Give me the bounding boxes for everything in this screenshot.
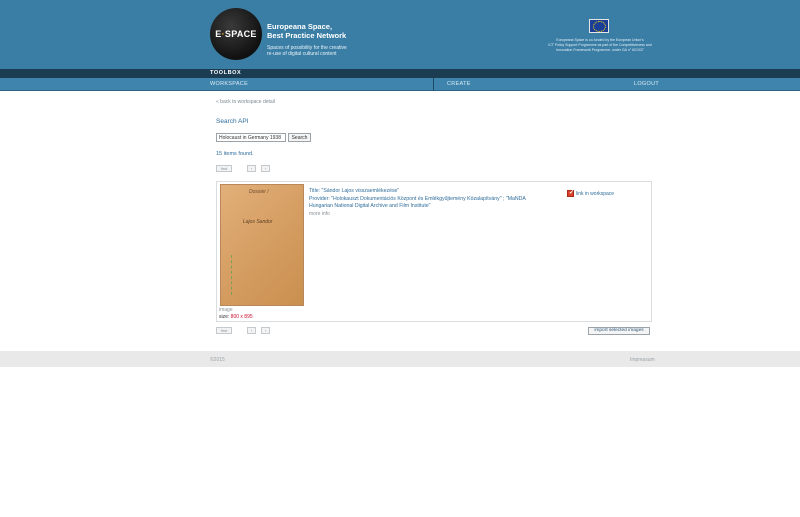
pager-first-button[interactable]: first <box>216 327 232 334</box>
check-icon: ✓ <box>569 190 575 196</box>
site-footer: ©2015 Impressum <box>0 351 800 367</box>
page-title: Search API <box>216 118 249 125</box>
result-more-info-link[interactable]: more info <box>309 211 330 217</box>
pager-prev-button[interactable]: ‹ <box>247 165 256 172</box>
brand-subtitle: Spaces of possibility for the creative r… <box>267 45 347 57</box>
import-selected-images-button[interactable]: import selected images <box>588 327 650 335</box>
thumbnail-handwriting: Dossier / <box>249 189 269 195</box>
result-thumbnail[interactable]: Dossier / Lajos Sandor <box>220 184 304 306</box>
toolbox-strip <box>0 69 800 78</box>
main-nav: WORKSPACE CREATE LOGOUT <box>0 78 800 91</box>
pager-first-button[interactable]: first <box>216 165 232 172</box>
site-header: E·SPACE Europeana Space, Best Practice N… <box>0 0 800 69</box>
result-title[interactable]: Title: "Sándor Lajos visszaemlékezése" <box>309 188 549 194</box>
footer-imprint-link[interactable]: Impressum <box>630 357 655 363</box>
espace-logo[interactable]: E·SPACE <box>210 8 262 60</box>
thumbnail-handwriting-2: Lajos Sandor <box>243 219 273 225</box>
brand-title: Europeana Space, Best Practice Network <box>267 22 347 40</box>
toolbox-label: TOOLBOX <box>210 70 242 76</box>
nav-create[interactable]: CREATE <box>447 81 471 87</box>
items-found-count: 15 items found. <box>216 151 254 157</box>
eu-flag-icon <box>589 19 609 33</box>
result-size-value: 800 x 895 <box>230 314 253 320</box>
nav-logout[interactable]: LOGOUT <box>634 81 659 87</box>
result-size: size: 800 x 895 <box>219 314 253 320</box>
result-type: image <box>219 307 233 313</box>
search-result-item: Dossier / Lajos Sandor image size: 800 x… <box>216 181 652 322</box>
nav-divider <box>433 78 434 91</box>
search-input[interactable] <box>216 133 286 142</box>
link-in-workspace-label: link in workspace <box>576 191 615 197</box>
pager-next-button[interactable]: › <box>261 165 270 172</box>
logo-text: E·SPACE <box>215 29 257 39</box>
search-button[interactable]: Search <box>288 133 311 142</box>
footer-copyright: ©2015 <box>210 357 225 363</box>
link-in-workspace-checkbox[interactable]: ✓ <box>567 190 574 197</box>
eu-funding-text: Europeana Space is co-funded by the Euro… <box>548 38 652 52</box>
result-provider: Provider: "Holokauszt Dokumentációs Közp… <box>309 196 526 209</box>
pager-next-button[interactable]: › <box>261 327 270 334</box>
back-to-workspace-link[interactable]: « back to workspace detail <box>216 99 275 105</box>
nav-workspace[interactable]: WORKSPACE <box>210 81 248 87</box>
pager-prev-button[interactable]: ‹ <box>247 327 256 334</box>
